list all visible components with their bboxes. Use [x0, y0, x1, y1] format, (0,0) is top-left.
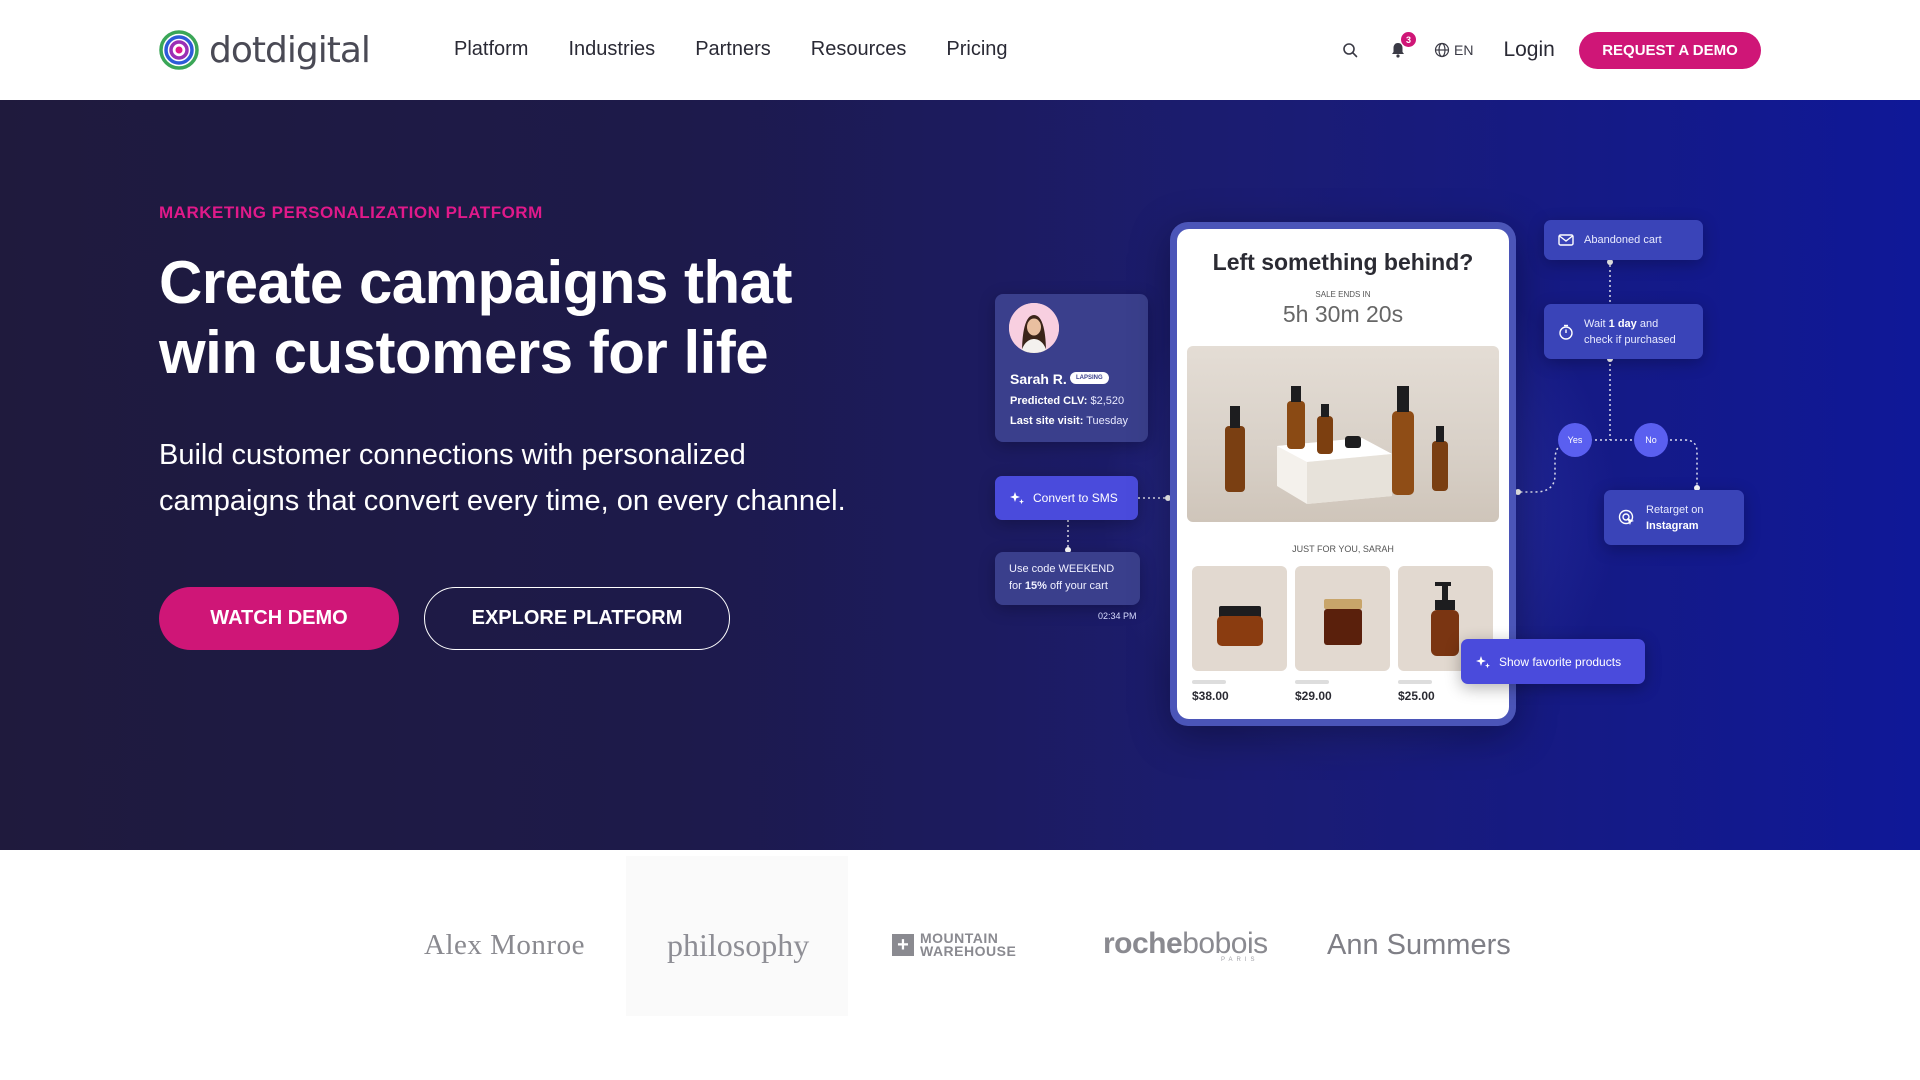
ann-summers-logo: Ann Summers	[1327, 928, 1511, 961]
abandon-email-title: Left something behind?	[1212, 249, 1474, 275]
wait-pre: Wait	[1584, 317, 1609, 330]
retarget-line-1: Retarget on	[1646, 503, 1704, 516]
wait-post: and	[1636, 317, 1659, 330]
search-button[interactable]	[1338, 38, 1362, 62]
product-card-1[interactable]	[1192, 566, 1287, 671]
sms-message-bubble: Use code WEEKEND for 15% off your cart	[995, 552, 1140, 605]
client-logos-strip: Alex Monroe philosophy + MOUNTAIN WAREHO…	[0, 850, 1920, 1080]
product-card-2[interactable]	[1295, 566, 1390, 671]
nav-item-resources[interactable]: Resources	[811, 38, 907, 61]
clv-label: Predicted CLV:	[1010, 395, 1088, 407]
wait-duration: 1 day	[1608, 317, 1637, 330]
visit-value: Tuesday	[1086, 415, 1129, 427]
request-demo-button[interactable]: REQUEST A DEMO	[1579, 32, 1761, 69]
notification-badge: 3	[1401, 32, 1416, 47]
globe-icon	[1434, 42, 1450, 58]
mw-line-2: WAREHOUSE	[920, 943, 1017, 959]
plus-icon: +	[892, 934, 914, 956]
hero-section: MARKETING PERSONALIZATION PLATFORM Creat…	[0, 100, 1920, 850]
nav-item-partners[interactable]: Partners	[695, 38, 771, 61]
mountain-warehouse-logo: + MOUNTAIN WAREHOUSE	[892, 915, 1016, 975]
just-for-you-label: JUST FOR YOU, SARAH	[1292, 544, 1394, 554]
roche-bobois-wordmark: rochebobois	[1103, 927, 1268, 961]
abandoned-cart-label: Abandoned cart	[1584, 234, 1662, 246]
retarget-text: Retarget on Instagram	[1646, 502, 1703, 534]
wait-line-2: check if purchased	[1584, 333, 1676, 346]
nav-item-industries[interactable]: Industries	[568, 38, 655, 61]
sms-message-line-1: Use code WEEKEND	[1009, 563, 1115, 575]
avatar-portrait-icon	[1009, 303, 1059, 353]
lapsing-badge: LAPSING	[1070, 372, 1109, 384]
phone-screen: Left something behind? SALE ENDS IN 5h 3…	[1177, 229, 1509, 719]
logo-text: dotdigital	[209, 29, 371, 71]
convert-to-sms-label: Convert to SMS	[1033, 491, 1118, 505]
show-favorite-products-label: Show favorite products	[1499, 654, 1622, 669]
jar-product-icon	[1217, 606, 1263, 646]
nav-utilities: 3 EN Login	[1338, 30, 1555, 70]
sale-countdown: 5h 30m 20s	[1282, 301, 1404, 327]
product-hero-image	[1187, 346, 1499, 522]
product-3-price: $25.00	[1398, 689, 1435, 703]
language-selector[interactable]: EN	[1434, 42, 1473, 58]
philosophy-logo: philosophy	[667, 926, 810, 963]
envelope-icon	[1558, 234, 1574, 246]
last-site-visit: Last site visit: Tuesday	[1010, 415, 1128, 427]
candle-product-icon	[1324, 599, 1362, 645]
sms-message-discount: 15%	[1024, 580, 1047, 592]
product-3-bar	[1398, 680, 1432, 684]
sale-ends-label: SALE ENDS IN	[1315, 290, 1371, 299]
search-icon	[1343, 43, 1358, 58]
sparkle-icon	[1476, 655, 1490, 668]
no-branch: No	[1634, 423, 1668, 457]
retarget-line-2: Instagram	[1646, 519, 1699, 532]
predicted-clv: Predicted CLV: $2,520	[1010, 395, 1124, 407]
login-link[interactable]: Login	[1503, 38, 1554, 62]
sparkle-icon	[1010, 492, 1024, 505]
wait-step-text: Wait 1 day and check if purchased	[1584, 316, 1676, 348]
show-favorite-products-chip[interactable]: Show favorite products	[1461, 639, 1645, 684]
retarget-instagram-step: Retarget on Instagram	[1604, 490, 1744, 545]
roche-light: bobois	[1182, 927, 1268, 960]
sms-message-post: off your cart	[1046, 580, 1108, 592]
logo-icon	[159, 30, 199, 70]
roche-bold: roche	[1103, 927, 1183, 960]
product-2-bar	[1295, 680, 1329, 684]
sms-timestamp: 02:34 PM	[1098, 611, 1137, 621]
amber-bottles-illustration	[1225, 386, 1448, 504]
yes-branch: Yes	[1558, 423, 1592, 457]
sms-message-pre: for	[1009, 580, 1025, 592]
notifications-button[interactable]: 3	[1386, 32, 1416, 62]
product-2-price: $29.00	[1295, 689, 1332, 703]
product-1-price: $38.00	[1192, 689, 1229, 703]
dotdigital-logo[interactable]: dotdigital	[159, 29, 371, 71]
stopwatch-icon	[1559, 324, 1573, 340]
visit-label: Last site visit:	[1010, 415, 1084, 427]
clv-value: $2,520	[1090, 395, 1125, 407]
mountain-warehouse-text: MOUNTAIN WAREHOUSE	[920, 931, 1017, 959]
main-menu: Platform Industries Partners Resources P…	[454, 38, 1048, 61]
roche-bobois-logo: rochebobois PARIS	[1103, 915, 1268, 975]
customer-name: Sarah R.	[1010, 371, 1067, 387]
customer-avatar	[1009, 303, 1059, 353]
convert-to-sms-chip[interactable]: Convert to SMS	[995, 476, 1138, 520]
abandoned-cart-trigger: Abandoned cart	[1544, 220, 1703, 260]
wait-step: Wait 1 day and check if purchased	[1544, 304, 1703, 359]
language-label: EN	[1454, 42, 1474, 58]
roche-bobois-paris: PARIS	[1221, 957, 1259, 963]
top-navigation: dotdigital Platform Industries Partners …	[0, 0, 1920, 100]
nav-item-pricing[interactable]: Pricing	[946, 38, 1007, 61]
customer-profile-card: Sarah R. LAPSING Predicted CLV: $2,520 L…	[995, 294, 1148, 442]
nav-item-platform[interactable]: Platform	[454, 38, 528, 61]
flow-connectors	[1065, 259, 1700, 553]
alex-monroe-logo: Alex Monroe	[424, 928, 585, 961]
product-1-bar	[1192, 680, 1226, 684]
target-cursor-icon	[1618, 509, 1634, 525]
